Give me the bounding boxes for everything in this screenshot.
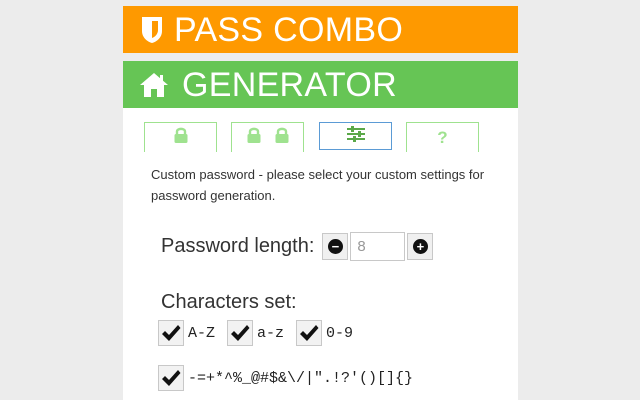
lowercase-checkbox[interactable] bbox=[227, 320, 254, 346]
generator-panel: ? Custom password - please select your c… bbox=[123, 108, 518, 400]
checkmark-icon bbox=[162, 370, 181, 386]
plus-circle-icon: + bbox=[412, 239, 428, 254]
charset-symbols-option: -=+*^%_@#$&\/|".!?'()[]{} bbox=[158, 365, 425, 391]
checkmark-icon bbox=[162, 325, 181, 341]
double-lock-icon bbox=[247, 127, 289, 148]
symbols-checkbox[interactable] bbox=[158, 365, 184, 391]
custom-description: Custom password - please select your cus… bbox=[151, 167, 485, 203]
tab-custom[interactable] bbox=[319, 122, 392, 150]
lowercase-label: a-z bbox=[257, 324, 285, 342]
checkmark-icon bbox=[231, 325, 250, 341]
minus-circle-icon: − bbox=[327, 239, 343, 254]
symbols-option[interactable]: -=+*^%_@#$&\/|".!?'()[]{} bbox=[158, 365, 413, 391]
section-banner: GENERATOR bbox=[123, 61, 518, 108]
charset-uppercase-option[interactable]: A-Z bbox=[158, 320, 215, 346]
brand-banner: PASS COMBO bbox=[123, 6, 518, 53]
tab-double-lock[interactable] bbox=[231, 122, 304, 152]
sliders-icon bbox=[346, 125, 365, 147]
brand-title: PASS COMBO bbox=[174, 10, 404, 49]
decrement-length-button[interactable]: − bbox=[322, 233, 349, 260]
uppercase-label: A-Z bbox=[188, 324, 216, 342]
symbols-label: -=+*^%_@#$&\/|".!?'()[]{} bbox=[188, 369, 414, 387]
password-length-label: Password length: bbox=[161, 235, 315, 257]
shield-icon bbox=[141, 16, 163, 44]
characters-set-title: Characters set: bbox=[161, 291, 297, 313]
charset-lowercase-option[interactable]: a-z bbox=[227, 320, 284, 346]
password-length-row: Password length: − + bbox=[161, 232, 434, 261]
tab-help[interactable]: ? bbox=[406, 122, 479, 152]
digits-checkbox[interactable] bbox=[296, 320, 323, 346]
lock-icon bbox=[174, 127, 188, 148]
home-icon bbox=[139, 72, 169, 98]
increment-length-button[interactable]: + bbox=[407, 233, 434, 260]
uppercase-checkbox[interactable] bbox=[158, 320, 184, 346]
charset-digits-option[interactable]: 0-9 bbox=[296, 320, 353, 346]
mode-tabs: ? bbox=[123, 122, 518, 152]
charset-options: A-Z a-z 0-9 bbox=[158, 320, 365, 346]
section-title: GENERATOR bbox=[182, 65, 397, 104]
digits-label: 0-9 bbox=[326, 324, 354, 342]
password-length-input[interactable] bbox=[350, 232, 406, 261]
tab-single-lock[interactable] bbox=[144, 122, 217, 152]
checkmark-icon bbox=[300, 325, 319, 341]
